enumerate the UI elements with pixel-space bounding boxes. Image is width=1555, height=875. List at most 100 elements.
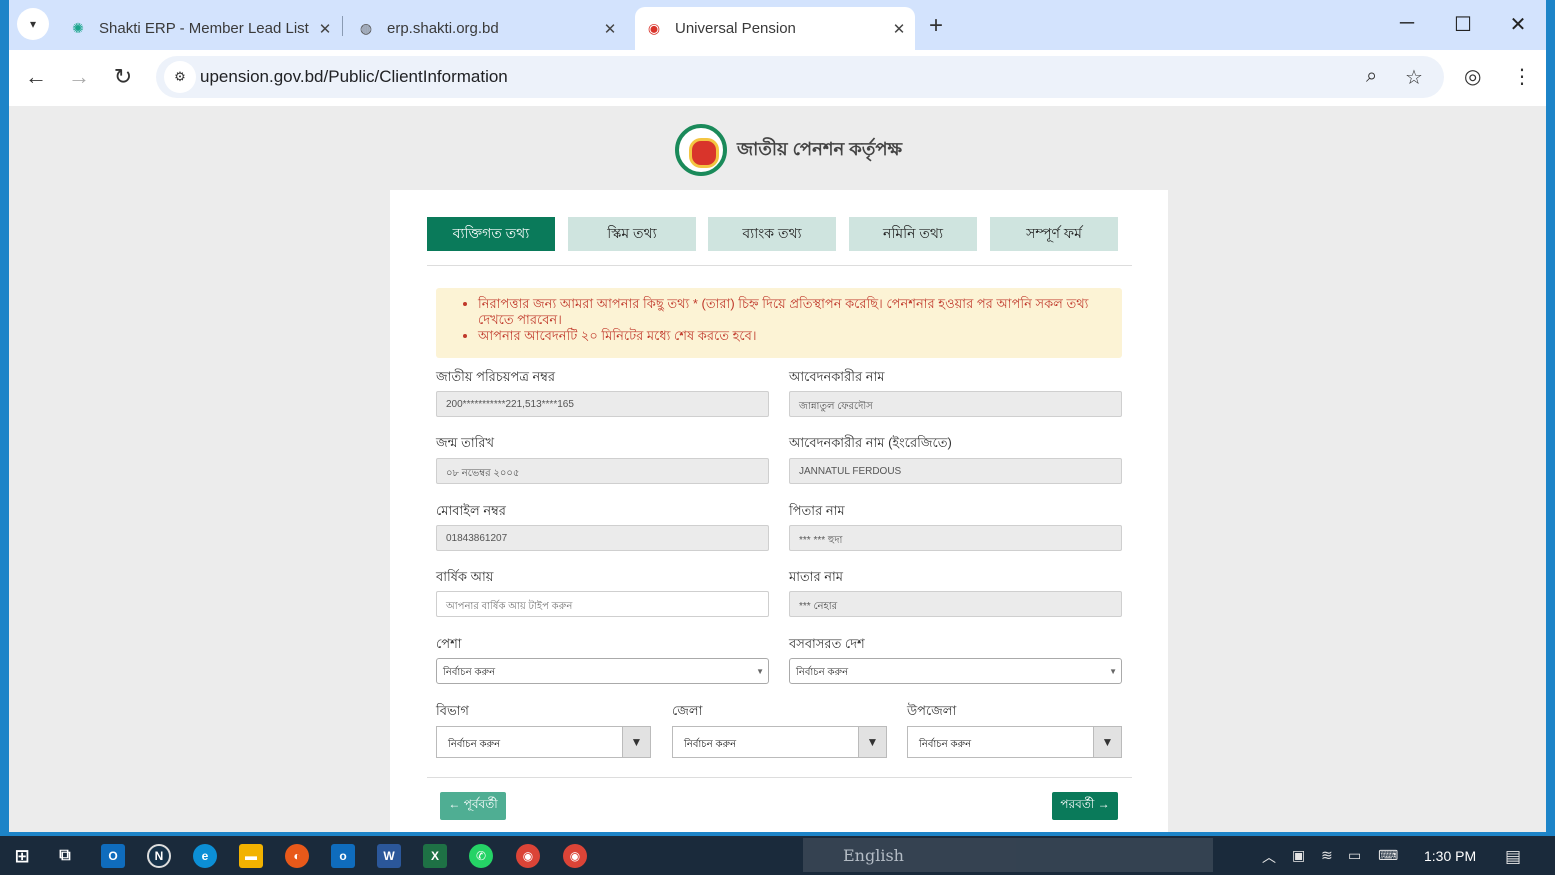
tab-title: Universal Pension — [675, 20, 796, 37]
minimize-icon[interactable]: ─ — [1392, 12, 1422, 35]
page-viewport: জাতীয় পেনশন কর্তৃপক্ষ ব্যক্তিগত তথ্য স্… — [9, 106, 1546, 832]
outlook-icon[interactable]: O — [101, 844, 125, 868]
applicant-name-en-label: আবেদনকারীর নাম (ইংরেজিতে) — [789, 435, 952, 450]
dob-field: ০৮ নভেম্বর ২০০৫ — [436, 458, 769, 484]
district-label: জেলা — [672, 703, 703, 718]
forward-icon[interactable]: → — [65, 64, 93, 90]
step-tabs: ব্যক্তিগত তথ্য স্কিম তথ্য ব্যাংক তথ্য নম… — [427, 217, 1131, 251]
notification-icon[interactable]: ▤ — [1505, 847, 1521, 867]
dob-label: জন্ম তারিখ — [436, 435, 495, 450]
division-value: নির্বাচন করুন — [448, 739, 501, 750]
excel-icon[interactable]: X — [423, 844, 447, 868]
division-select[interactable]: নির্বাচন করুন ▼ — [436, 726, 651, 758]
client-information-form: ব্যক্তিগত তথ্য স্কিম তথ্য ব্যাংক তথ্য নম… — [390, 190, 1168, 832]
country-label: বসবাসরত দেশ — [789, 636, 865, 651]
caret-down-icon[interactable]: ▼ — [1093, 727, 1121, 757]
close-icon[interactable]: ✕ — [600, 20, 620, 38]
close-window-icon[interactable]: ✕ — [1503, 12, 1533, 37]
n-app-icon[interactable]: N — [147, 844, 171, 868]
upazila-label: উপজেলা — [907, 703, 957, 718]
tray-chevron-up-icon[interactable]: ︿ — [1262, 847, 1276, 867]
division-label: বিভাগ — [436, 703, 469, 718]
language-bar[interactable]: English — [803, 838, 1213, 872]
caret-down-icon[interactable]: ▼ — [622, 727, 650, 757]
close-icon[interactable]: ✕ — [315, 20, 335, 38]
new-tab-button[interactable]: + — [929, 12, 943, 40]
tab-shakti-erp[interactable]: ✺ Shakti ERP - Member Lead List ✕ — [65, 7, 335, 50]
file-explorer-icon[interactable]: ▬ — [239, 844, 263, 868]
language-label: English — [843, 846, 904, 865]
edge-icon[interactable]: e — [193, 844, 217, 868]
next-button[interactable]: পরবর্তী → — [1052, 792, 1118, 820]
tab-erp-shakti[interactable]: ◍ erp.shakti.org.bd ✕ — [355, 7, 620, 50]
step-personal-info[interactable]: ব্যক্তিগত তথ্য — [427, 217, 555, 251]
address-bar[interactable]: ⚙ upension.gov.bd/Public/ClientInformati… — [156, 56, 1444, 98]
previous-button[interactable]: ← পূর্ববর্তী — [440, 792, 506, 820]
task-view-icon[interactable]: ⧉ — [53, 844, 77, 868]
tab-universal-pension[interactable]: ◉ Universal Pension ✕ — [635, 7, 915, 50]
meet-icon[interactable]: ▣ — [1292, 847, 1305, 864]
district-select[interactable]: নির্বাচন করুন ▼ — [672, 726, 887, 758]
back-icon[interactable]: ← — [22, 64, 50, 90]
bookmark-star-icon[interactable]: ☆ — [1405, 65, 1423, 90]
occupation-value: নির্বাচন করুন — [443, 667, 496, 678]
pension-authority-logo — [675, 124, 727, 176]
father-name-field: *** *** হুদা — [789, 525, 1122, 551]
browser-toolbar: ← → ↻ ⚙ upension.gov.bd/Public/ClientInf… — [9, 50, 1546, 106]
menu-dots-icon[interactable]: ⋮ — [1512, 64, 1532, 89]
mother-name-field: *** নেহার — [789, 591, 1122, 617]
keyboard-icon[interactable]: ⌨ — [1378, 847, 1398, 864]
profile-icon[interactable]: ◎ — [1464, 64, 1481, 89]
zoom-icon[interactable]: ⌕ — [1366, 65, 1377, 88]
chevron-down-icon: ▾ — [29, 17, 37, 31]
applicant-name-field: জান্নাতুল ফেরদৌস — [789, 391, 1122, 417]
tab-title: erp.shakti.org.bd — [387, 20, 499, 37]
step-nominee-info[interactable]: নমিনি তথ্য — [849, 217, 977, 251]
notice-time-limit: আপনার আবেদনটি ২০ মিনিটের মধ্যে শেষ করতে … — [478, 328, 1110, 344]
divider — [427, 265, 1132, 266]
upazila-value: নির্বাচন করুন — [919, 739, 972, 750]
step-bank-info[interactable]: ব্যাংক তথ্য — [708, 217, 836, 251]
tab-title: Shakti ERP - Member Lead List — [99, 20, 309, 37]
chrome-active-icon[interactable]: ◉ — [563, 844, 587, 868]
mother-name-label: মাতার নাম — [789, 569, 844, 584]
caret-down-icon: ▼ — [756, 667, 764, 676]
outlook-classic-icon[interactable]: o — [331, 844, 355, 868]
tab-strip: ▾ ✺ Shakti ERP - Member Lead List ✕ ◍ er… — [9, 0, 1546, 50]
annual-income-input[interactable]: আপনার বার্ষিক আয় টাইপ করুন — [436, 591, 769, 617]
site-header: জাতীয় পেনশন কর্তৃপক্ষ — [675, 124, 902, 176]
district-value: নির্বাচন করুন — [684, 739, 737, 750]
occupation-select[interactable]: নির্বাচন করুন ▼ — [436, 658, 769, 684]
shakti-icon: ✺ — [72, 20, 84, 36]
org-name: জাতীয় পেনশন কর্তৃপক্ষ — [737, 138, 903, 159]
close-icon[interactable]: ✕ — [889, 20, 909, 38]
security-notice: নিরাপত্তার জন্য আমরা আপনার কিছু তথ্য * (… — [436, 288, 1122, 358]
browser-window: ▾ ✺ Shakti ERP - Member Lead List ✕ ◍ er… — [9, 0, 1546, 832]
chrome-icon[interactable]: ◉ — [516, 844, 540, 868]
wifi-icon[interactable]: ≋ — [1321, 847, 1333, 864]
nid-field: 200***********221,513****165 — [436, 391, 769, 417]
tab-search-button[interactable]: ▾ — [17, 8, 49, 40]
whatsapp-icon[interactable]: ✆ — [469, 844, 493, 868]
upazila-select[interactable]: নির্বাচন করুন ▼ — [907, 726, 1122, 758]
mobile-field: 01843861207 — [436, 525, 769, 551]
mobile-label: মোবাইল নম্বর — [436, 503, 506, 518]
country-value: নির্বাচন করুন — [796, 667, 849, 678]
reload-icon[interactable]: ↻ — [109, 64, 137, 90]
notice-masked-data: নিরাপত্তার জন্য আমরা আপনার কিছু তথ্য * (… — [478, 296, 1110, 328]
taskbar: ⊞ ⧉ O N e ▬ ◐ o W X ✆ ◉ ◉ English ︿ ▣ ≋ … — [0, 836, 1555, 875]
country-select[interactable]: নির্বাচন করুন ▼ — [789, 658, 1122, 684]
site-info-icon[interactable]: ⚙ — [164, 61, 196, 93]
clock[interactable]: 1:30 PM — [1424, 848, 1476, 864]
battery-icon[interactable]: ▭ — [1348, 847, 1361, 864]
step-complete-form[interactable]: সম্পূর্ণ ফর্ম — [990, 217, 1118, 251]
annual-income-label: বার্ষিক আয় — [436, 569, 494, 584]
windows-start-icon[interactable]: ⊞ — [10, 844, 34, 868]
step-scheme-info[interactable]: স্কিম তথ্য — [568, 217, 696, 251]
caret-down-icon[interactable]: ▼ — [858, 727, 886, 757]
pension-logo-icon: ◉ — [647, 20, 661, 36]
word-icon[interactable]: W — [377, 844, 401, 868]
firefox-icon[interactable]: ◐ — [285, 844, 309, 868]
maximize-icon[interactable]: ☐ — [1448, 12, 1478, 37]
url-text: upension.gov.bd/Public/ClientInformation — [200, 67, 508, 86]
